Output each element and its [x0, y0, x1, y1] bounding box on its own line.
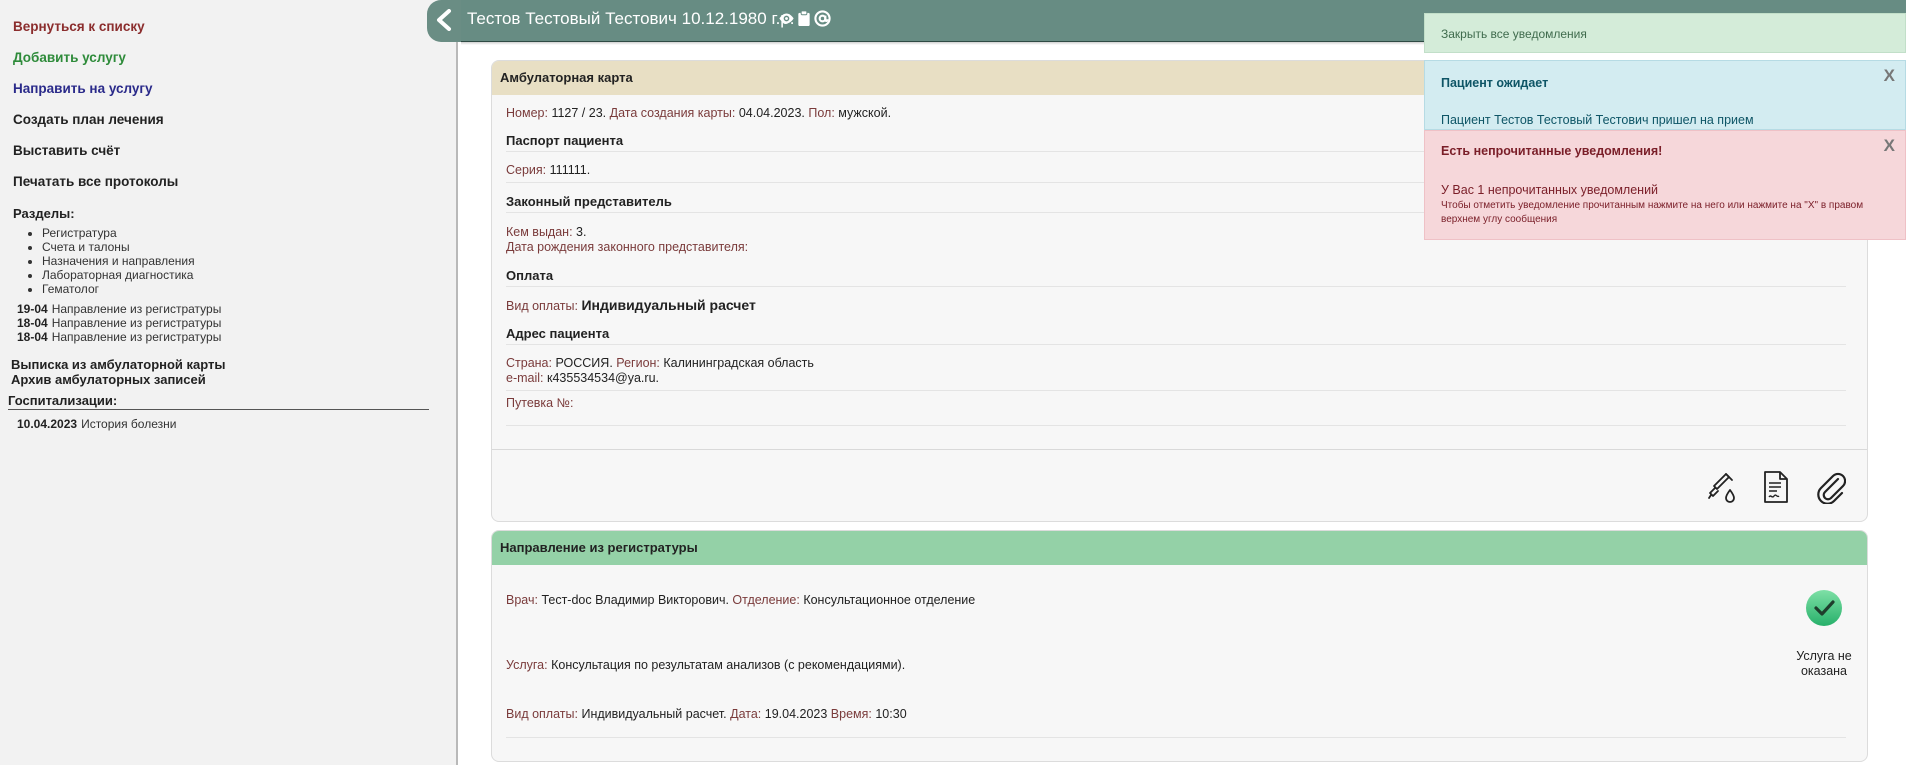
close-all-notifications-button[interactable]: Закрыть все уведомления — [1424, 13, 1906, 53]
notification-close-button[interactable]: X — [1884, 136, 1895, 156]
notification-patient-waiting[interactable]: Пациент ожидает X Пациент Тестов Тестовы… — [1424, 60, 1906, 130]
extract-link[interactable]: Выписка из амбулаторной карты — [11, 357, 226, 372]
print-all-link[interactable]: Печатать все протоколы — [13, 174, 178, 189]
country-line: Страна: РОССИЯ. Регион: Калининградская … — [506, 356, 814, 370]
card-number-line: Номер: 1127 / 23. Дата создания карты: 0… — [506, 106, 892, 120]
chevron-left-icon — [437, 9, 451, 31]
issued-line: Кем выдан: 3. — [506, 225, 587, 239]
section-item[interactable]: Гематолог — [42, 282, 195, 296]
paperclip-icon[interactable] — [1816, 470, 1847, 507]
syringe-drop-icon[interactable] — [1707, 470, 1739, 507]
invoice-link[interactable]: Выставить счёт — [13, 143, 120, 158]
refer-service-link[interactable]: Направить на услугу — [13, 81, 153, 96]
notification-title: Есть непрочитанные уведомления! — [1441, 144, 1663, 158]
toolbar-divider — [492, 449, 1867, 450]
hospitalization-row[interactable]: 10.04.2023 История болезни — [17, 417, 176, 431]
referral-label: Направление из регистратуры — [51, 330, 222, 344]
patient-title: Тестов Тестовый Тестович 10.12.1980 г.р. — [467, 9, 795, 28]
notification-text: Пациент Тестов Тестовый Тестович пришел … — [1441, 113, 1754, 127]
divider — [506, 425, 1846, 426]
create-plan-link[interactable]: Создать план лечения — [13, 112, 164, 127]
voucher-line: Путевка №: — [506, 396, 574, 410]
referral-card-title: Направление из регистратуры — [492, 531, 1867, 565]
notification-close-button[interactable]: X — [1884, 66, 1895, 86]
service-status: Услуга не оказана — [1796, 649, 1852, 678]
section-item[interactable]: Счета и талоны — [42, 240, 195, 254]
archive-link[interactable]: Архив амбулаторных записей — [11, 372, 206, 387]
payment-type-line: Вид оплаты: Индивидуальный расчет — [506, 297, 756, 313]
hospitalization-date: 10.04.2023 — [17, 417, 78, 431]
guardian-birth-line: Дата рождения законного представителя: — [506, 240, 749, 254]
referral-label: Направление из регистратуры — [51, 316, 222, 330]
referral-row[interactable]: 18-04 Направление из регистратуры — [17, 330, 221, 344]
notification-hint: Чтобы отметить уведомление прочитанным н… — [1441, 200, 1864, 225]
notification-title: Пациент ожидает — [1441, 76, 1549, 90]
divider — [506, 737, 1846, 738]
at-icon[interactable] — [814, 10, 831, 30]
referral-date: 18-04 — [17, 330, 48, 344]
service-line: Услуга: Консультация по результатам анал… — [506, 658, 906, 672]
sidebar: Вернуться к списку Добавить услугу Напра… — [0, 0, 458, 765]
series-line: Серия: 111111. — [506, 163, 591, 177]
check-icon[interactable] — [1805, 589, 1843, 630]
notification-text: У Вас 1 непрочитанных уведомлений — [1441, 183, 1659, 197]
add-service-link[interactable]: Добавить услугу — [13, 50, 126, 65]
referral-row[interactable]: 18-04 Направление из регистратуры — [17, 316, 221, 330]
email-line: e-mail: к435534534@ya.ru. — [506, 371, 659, 385]
notification-unread[interactable]: Есть непрочитанные уведомления! X У Вас … — [1424, 130, 1906, 240]
address-title: Адрес пациента — [506, 326, 1846, 345]
referral-payment-line: Вид оплаты: Индивидуальный расчет. Дата:… — [506, 707, 907, 721]
hospitalization-label: История болезни — [81, 417, 177, 431]
payment-title: Оплата — [506, 268, 1846, 287]
referral-row[interactable]: 19-04 Направление из регистратуры — [17, 302, 221, 316]
divider — [506, 390, 1846, 391]
doctor-line: Врач: Тест-doc Владимир Викторович. Отде… — [506, 593, 976, 607]
sections-title: Разделы: — [13, 206, 75, 221]
referral-date: 19-04 — [17, 302, 48, 316]
collapse-sidebar-button[interactable] — [427, 0, 461, 42]
eye-icon[interactable] — [778, 10, 795, 30]
section-item[interactable]: Регистратура — [42, 226, 195, 240]
referral-label: Направление из регистратуры — [51, 302, 222, 316]
document-signature-icon[interactable] — [1762, 470, 1790, 507]
clipboard-icon[interactable] — [797, 10, 811, 30]
sections-list: Регистратура Счета и талоны Назначения и… — [22, 226, 195, 296]
section-item[interactable]: Лабораторная диагностика — [42, 268, 195, 282]
section-item[interactable]: Назначения и направления — [42, 254, 195, 268]
hospitalizations-title: Госпитализации: — [8, 393, 429, 410]
referral-date: 18-04 — [17, 316, 48, 330]
back-to-list-link[interactable]: Вернуться к списку — [13, 19, 145, 34]
referral-card: Направление из регистратуры Врач: Тест-d… — [491, 530, 1868, 762]
